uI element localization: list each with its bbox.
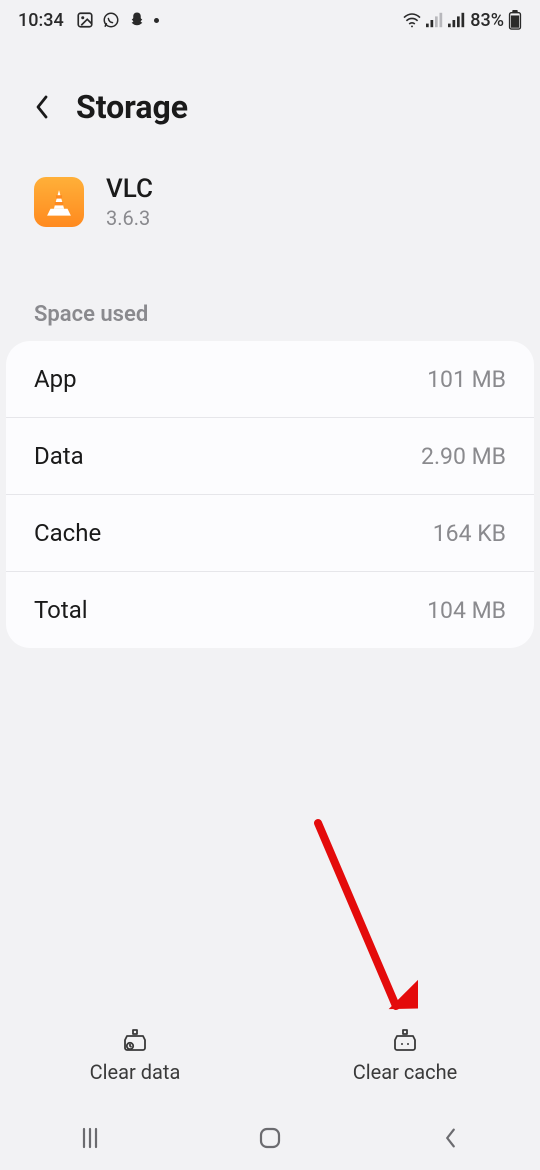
- status-left: 10:34: [18, 10, 159, 31]
- clear-data-button[interactable]: Clear data: [0, 1026, 270, 1084]
- space-used-card: App 101 MB Data 2.90 MB Cache 164 KB Tot…: [6, 341, 534, 648]
- battery-icon: [508, 10, 522, 30]
- system-nav-bar: [0, 1106, 540, 1170]
- row-app-label: App: [34, 365, 77, 393]
- clear-cache-label: Clear cache: [353, 1060, 458, 1084]
- clear-cache-button[interactable]: Clear cache: [270, 1026, 540, 1084]
- clear-data-label: Clear data: [90, 1060, 181, 1084]
- row-data-value: 2.90 MB: [421, 443, 506, 470]
- status-time: 10:34: [18, 10, 64, 31]
- status-bar: 10:34 83%: [0, 0, 540, 40]
- app-info-row: VLC 3.6.3: [0, 156, 540, 260]
- vlc-app-icon: [34, 177, 84, 227]
- action-bar: Clear data Clear cache: [0, 1016, 540, 1098]
- page-title: Storage: [76, 88, 188, 126]
- section-space-used: Space used: [0, 260, 540, 341]
- nav-back-button[interactable]: [410, 1118, 490, 1158]
- row-data: Data 2.90 MB: [6, 417, 534, 494]
- annotation-arrow: [298, 818, 418, 1028]
- row-data-label: Data: [34, 442, 84, 470]
- nav-recents-button[interactable]: [50, 1118, 130, 1158]
- app-version: 3.6.3: [106, 206, 153, 230]
- back-button[interactable]: [28, 93, 56, 121]
- row-cache-label: Cache: [34, 519, 101, 547]
- row-cache-value: 164 KB: [433, 520, 506, 547]
- row-app: App 101 MB: [6, 341, 534, 417]
- image-icon: [76, 11, 94, 29]
- more-dot-icon: [154, 18, 159, 23]
- clear-cache-icon: [391, 1026, 419, 1054]
- snapchat-icon: [128, 11, 146, 29]
- signal-icon-2: [448, 12, 466, 28]
- whatsapp-icon: [102, 11, 120, 29]
- clear-data-icon: [121, 1026, 149, 1054]
- row-total-label: Total: [34, 596, 88, 624]
- app-name: VLC: [106, 174, 153, 204]
- wifi-icon: [402, 12, 422, 28]
- row-app-value: 101 MB: [427, 366, 506, 393]
- row-cache: Cache 164 KB: [6, 494, 534, 571]
- page-header: Storage: [0, 40, 540, 156]
- nav-home-button[interactable]: [230, 1118, 310, 1158]
- row-total-value: 104 MB: [427, 597, 506, 624]
- signal-icon-1: [426, 12, 444, 28]
- battery-percent: 83%: [470, 10, 504, 31]
- row-total: Total 104 MB: [6, 571, 534, 648]
- status-right: 83%: [402, 10, 522, 31]
- app-text: VLC 3.6.3: [106, 174, 153, 230]
